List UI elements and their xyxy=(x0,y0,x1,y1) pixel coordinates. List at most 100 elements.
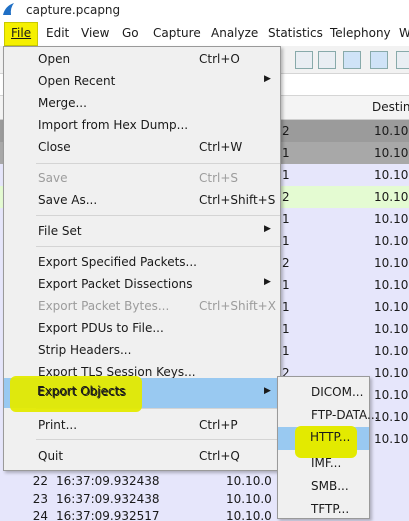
menu-item-shortcut: Ctrl+W xyxy=(199,140,243,154)
menu-item-close[interactable]: Close Ctrl+W xyxy=(4,137,280,159)
packet-destination: 10.10 xyxy=(374,388,409,402)
packet-destination: 10.10 xyxy=(374,344,409,358)
column-destination[interactable]: Destin xyxy=(372,100,409,114)
go-first-icon[interactable] xyxy=(295,51,313,69)
menu-go[interactable]: Go xyxy=(122,26,139,40)
menu-item-open[interactable]: Open Ctrl+O xyxy=(4,49,280,71)
menu-capture[interactable]: Capture xyxy=(153,26,201,40)
menu-item-label: File Set xyxy=(38,224,82,238)
menu-item-shortcut: Ctrl+P xyxy=(199,418,238,432)
colorize-icon[interactable] xyxy=(370,51,388,69)
packet-destination: 10.10 xyxy=(374,124,409,138)
packet-no: 1 xyxy=(282,300,290,314)
submenu-item-label: FTP-DATA... xyxy=(311,408,379,422)
menu-item-quit[interactable]: Quit Ctrl+Q xyxy=(4,446,280,468)
packet-destination: 10.10 xyxy=(374,410,409,424)
autoscroll-icon[interactable] xyxy=(343,51,361,69)
menu-item-label: Strip Headers... xyxy=(38,343,132,357)
packet-no: 22 xyxy=(32,474,48,488)
title-bar: capture.pcapng xyxy=(0,0,409,22)
menu-item-label: Export Packet Dissections xyxy=(38,277,193,291)
packet-destination: 10.10 xyxy=(374,146,409,160)
menu-item-import-hex-dump[interactable]: Import from Hex Dump... xyxy=(4,115,280,137)
packet-destination: 10.10 xyxy=(374,300,409,314)
menu-item-open-recent[interactable]: Open Recent ▶ xyxy=(4,71,280,93)
menu-item-label: Save xyxy=(38,171,68,185)
menu-separator xyxy=(36,163,280,164)
packet-destination: 10.10 xyxy=(374,234,409,248)
packet-no: 2 xyxy=(282,190,290,204)
menu-item-export-packet-bytes: Export Packet Bytes... Ctrl+Shift+X xyxy=(4,296,280,318)
menu-item-shortcut: Ctrl+O xyxy=(199,52,240,66)
menu-item-shortcut: Ctrl+Shift+S xyxy=(199,193,276,207)
packet-no: 2 xyxy=(282,124,290,138)
packet-destination: 10.10 xyxy=(374,212,409,226)
submenu-item-label: SMB... xyxy=(311,479,349,493)
menu-separator xyxy=(36,246,280,247)
menu-file[interactable]: File xyxy=(4,22,38,46)
menu-item-label: Merge... xyxy=(38,96,87,110)
packet-src: 10.10.0 xyxy=(226,509,272,521)
menu-statistics[interactable]: Statistics xyxy=(268,26,323,40)
menu-item-shortcut: Ctrl+Shift+X xyxy=(199,299,276,313)
menu-wireless[interactable]: W xyxy=(399,26,409,40)
menu-item-save: Save Ctrl+S xyxy=(4,168,280,190)
submenu-arrow-icon: ▶ xyxy=(264,386,271,396)
menu-item-save-as[interactable]: Save As... Ctrl+Shift+S xyxy=(4,190,280,212)
menu-item-label: Close xyxy=(38,140,71,154)
menu-item-label: Import from Hex Dump... xyxy=(38,118,189,132)
packet-no: 1 xyxy=(282,146,290,160)
menu-telephony[interactable]: Telephony xyxy=(330,26,391,40)
packet-no: 1 xyxy=(282,234,290,248)
packet-destination: 10.10 xyxy=(374,432,409,446)
submenu-item-label: TFTP... xyxy=(311,502,350,516)
menu-item-merge[interactable]: Merge... xyxy=(4,93,280,115)
packet-destination: 10.10 xyxy=(374,278,409,292)
window-title: capture.pcapng xyxy=(26,3,121,17)
packet-no: 1 xyxy=(282,322,290,336)
menu-item-label: Open xyxy=(38,52,71,66)
menu-view[interactable]: View xyxy=(81,26,109,40)
submenu-arrow-icon: ▶ xyxy=(264,224,271,234)
menu-item-shortcut: Ctrl+Q xyxy=(199,449,240,463)
zoom-in-icon[interactable] xyxy=(396,51,409,69)
menu-item-label: Save As... xyxy=(38,193,98,207)
packet-destination: 10.10 xyxy=(374,168,409,182)
packet-no: 1 xyxy=(282,168,290,182)
packet-destination: 10.10 xyxy=(374,366,409,380)
packet-src: 10.10.0 xyxy=(226,474,272,488)
wireshark-fin-icon xyxy=(3,3,14,15)
submenu-item-tftp[interactable]: TFTP... xyxy=(278,498,369,521)
menu-item-strip-headers[interactable]: Strip Headers... xyxy=(4,340,280,362)
packet-destination: 10.10 xyxy=(374,256,409,270)
menu-item-export-specified-packets[interactable]: Export Specified Packets... xyxy=(4,252,280,274)
menu-item-label: Quit xyxy=(38,449,64,463)
menu-analyze[interactable]: Analyze xyxy=(211,26,258,40)
packet-time: 16:37:09.932438 xyxy=(56,474,160,488)
menu-item-shortcut: Ctrl+S xyxy=(199,171,239,185)
go-last-icon[interactable] xyxy=(318,51,336,69)
menu-bar: Edit View Go Capture Analyze Statistics … xyxy=(0,22,409,46)
submenu-item-dicom[interactable]: DICOM... xyxy=(278,381,369,404)
menu-separator xyxy=(36,215,280,216)
menu-separator xyxy=(36,439,280,440)
submenu-item-label: IMF... xyxy=(311,456,342,470)
menu-edit[interactable]: Edit xyxy=(46,26,69,40)
menu-item-print[interactable]: Print... Ctrl+P xyxy=(4,415,280,437)
menu-item-label: Export Objects xyxy=(38,385,127,399)
packet-src: 10.10.0 xyxy=(226,492,272,506)
http-label-overlay: HTTP... xyxy=(310,430,351,444)
packet-time: 16:37:09.932438 xyxy=(56,492,160,506)
menu-item-label: Export Specified Packets... xyxy=(38,255,197,269)
submenu-item-smb[interactable]: SMB... xyxy=(278,475,369,498)
menu-item-export-packet-dissections[interactable]: Export Packet Dissections ▶ xyxy=(4,274,280,296)
packet-no: 24 xyxy=(32,509,48,521)
menu-item-label: Open Recent xyxy=(38,74,116,88)
menu-item-export-pdus[interactable]: Export PDUs to File... xyxy=(4,318,280,340)
packet-no: 23 xyxy=(32,492,48,506)
menu-item-label: Export Packet Bytes... xyxy=(38,299,170,313)
menu-item-label: Export PDUs to File... xyxy=(38,321,164,335)
menu-item-file-set[interactable]: File Set ▶ xyxy=(4,221,280,243)
submenu-item-ftp-data[interactable]: FTP-DATA... xyxy=(278,404,378,427)
submenu-arrow-icon: ▶ xyxy=(264,74,271,84)
